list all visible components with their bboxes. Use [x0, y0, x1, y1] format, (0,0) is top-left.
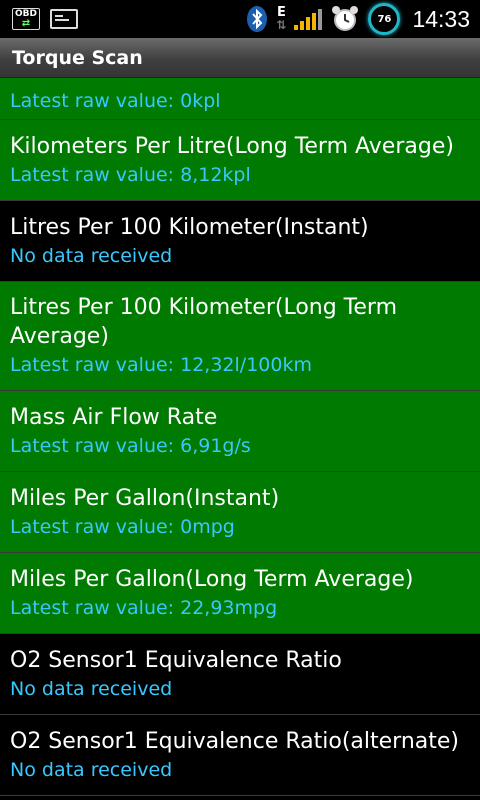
sensor-list[interactable]: Latest raw value: 0kpl Kilometers Per Li…	[0, 78, 480, 800]
list-item-value: Latest raw value: 8,12kpl	[10, 163, 251, 186]
list-item-name: O2 Sensor1 Equivalence Ratio(alternate)	[10, 728, 459, 754]
list-item-value: Latest raw value: 6,91g/s	[10, 434, 251, 457]
list-item[interactable]: Mass Air Flow Rate Latest raw value: 6,9…	[0, 391, 480, 472]
list-item-value: No data received	[10, 244, 173, 267]
signal-icon	[294, 8, 323, 30]
list-item-value: No data received	[10, 758, 173, 781]
list-item[interactable]: Miles Per Gallon(Instant) Latest raw val…	[0, 472, 480, 553]
obd-icon: OBD ⇄	[12, 8, 40, 30]
list-item[interactable]: O2 Sensor1 Equivalence Ratio(alternate) …	[0, 715, 480, 796]
battery-level: 76	[377, 13, 392, 25]
list-item[interactable]: Litres Per 100 Kilometer(Instant) No dat…	[0, 201, 480, 282]
list-item-name: Miles Per Gallon(Instant)	[10, 485, 280, 511]
data-edge-icon: E ⇅	[276, 5, 287, 32]
list-item[interactable]: O2 Sensor1 Equivalence Ratio No data rec…	[0, 634, 480, 715]
list-item-name: Litres Per 100 Kilometer(Instant)	[10, 214, 369, 240]
page-title: Torque Scan	[12, 46, 143, 69]
clock: 14:33	[412, 5, 470, 32]
list-item-name: O2 Sensor1 Equivalence Ratio	[10, 647, 342, 673]
list-item[interactable]: Miles Per Gallon(Long Term Average) Late…	[0, 553, 480, 634]
list-item-value: Latest raw value: 12,32l/100km	[10, 354, 312, 376]
sd-card-icon	[50, 9, 78, 29]
list-item-name: Mass Air Flow Rate	[10, 404, 218, 430]
list-item[interactable]: Litres Per 100 Kilometer(Long Term Avera…	[0, 282, 480, 391]
alarm-clock-icon	[332, 6, 359, 31]
list-item-name: Kilometers Per Litre(Long Term Average)	[10, 133, 454, 159]
status-bar: OBD ⇄ E ⇅ 76 14:33	[0, 0, 480, 38]
title-bar: Torque Scan	[0, 38, 480, 78]
list-item-value: Latest raw value: 0mpg	[10, 515, 235, 538]
list-item-value: Latest raw value: 22,93mpg	[10, 596, 278, 619]
list-item-value: No data received	[10, 677, 173, 700]
list-item[interactable]: Kilometers Per Litre(Long Term Average) …	[0, 120, 480, 201]
list-item-name: Miles Per Gallon(Long Term Average)	[10, 566, 414, 592]
list-item[interactable]: Latest raw value: 0kpl	[0, 78, 480, 120]
list-item-name: Litres Per 100 Kilometer(Long Term Avera…	[10, 295, 398, 349]
list-item-value: Latest raw value: 0kpl	[10, 90, 221, 112]
bluetooth-icon	[247, 6, 268, 32]
battery-icon: 76	[368, 3, 401, 35]
